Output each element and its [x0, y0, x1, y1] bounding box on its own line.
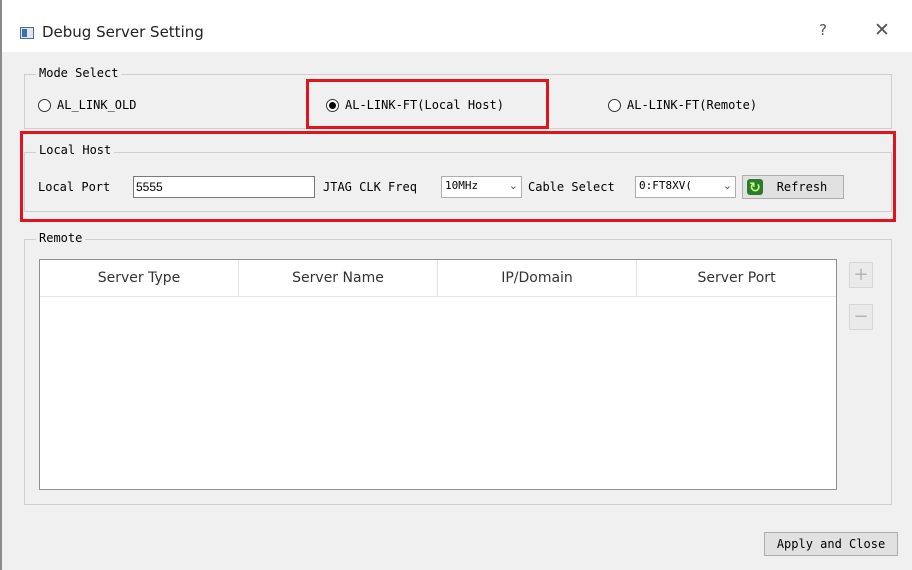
column-header-server-port[interactable]: Server Port: [637, 260, 836, 296]
table-header: Server Type Server Name IP/Domain Server…: [40, 260, 836, 297]
mode-select-title: Mode Select: [36, 66, 122, 80]
add-server-button[interactable]: +: [849, 262, 873, 288]
remote-title: Remote: [36, 231, 86, 245]
title-bar: Debug Server Setting ? ✕: [2, 0, 912, 52]
debug-server-setting-dialog: Debug Server Setting ? ✕ Mode Select AL_…: [0, 0, 912, 570]
highlight-local-host-radio: [306, 79, 549, 129]
radio-label: AL_LINK_OLD: [57, 98, 137, 112]
radio-button-unchecked[interactable]: [608, 98, 621, 112]
radio-button-unchecked[interactable]: [38, 98, 51, 112]
radio-al-link-ft-remote[interactable]: AL-LINK-FT(Remote): [608, 95, 757, 115]
window-title: Debug Server Setting: [42, 23, 204, 41]
radio-al-link-old[interactable]: AL_LINK_OLD: [38, 95, 136, 115]
column-header-server-type[interactable]: Server Type: [40, 260, 239, 296]
column-header-server-name[interactable]: Server Name: [239, 260, 438, 296]
radio-label: AL-LINK-FT(Remote): [627, 98, 758, 112]
highlight-local-host-group: [20, 131, 896, 222]
help-button[interactable]: ?: [814, 21, 832, 41]
app-icon: [20, 27, 34, 39]
remove-server-button[interactable]: −: [849, 304, 873, 330]
server-table[interactable]: Server Type Server Name IP/Domain Server…: [39, 259, 837, 490]
close-button[interactable]: ✕: [868, 19, 896, 43]
apply-and-close-button[interactable]: Apply and Close: [764, 532, 898, 556]
column-header-ip-domain[interactable]: IP/Domain: [438, 260, 637, 296]
window-border: [0, 0, 2, 570]
